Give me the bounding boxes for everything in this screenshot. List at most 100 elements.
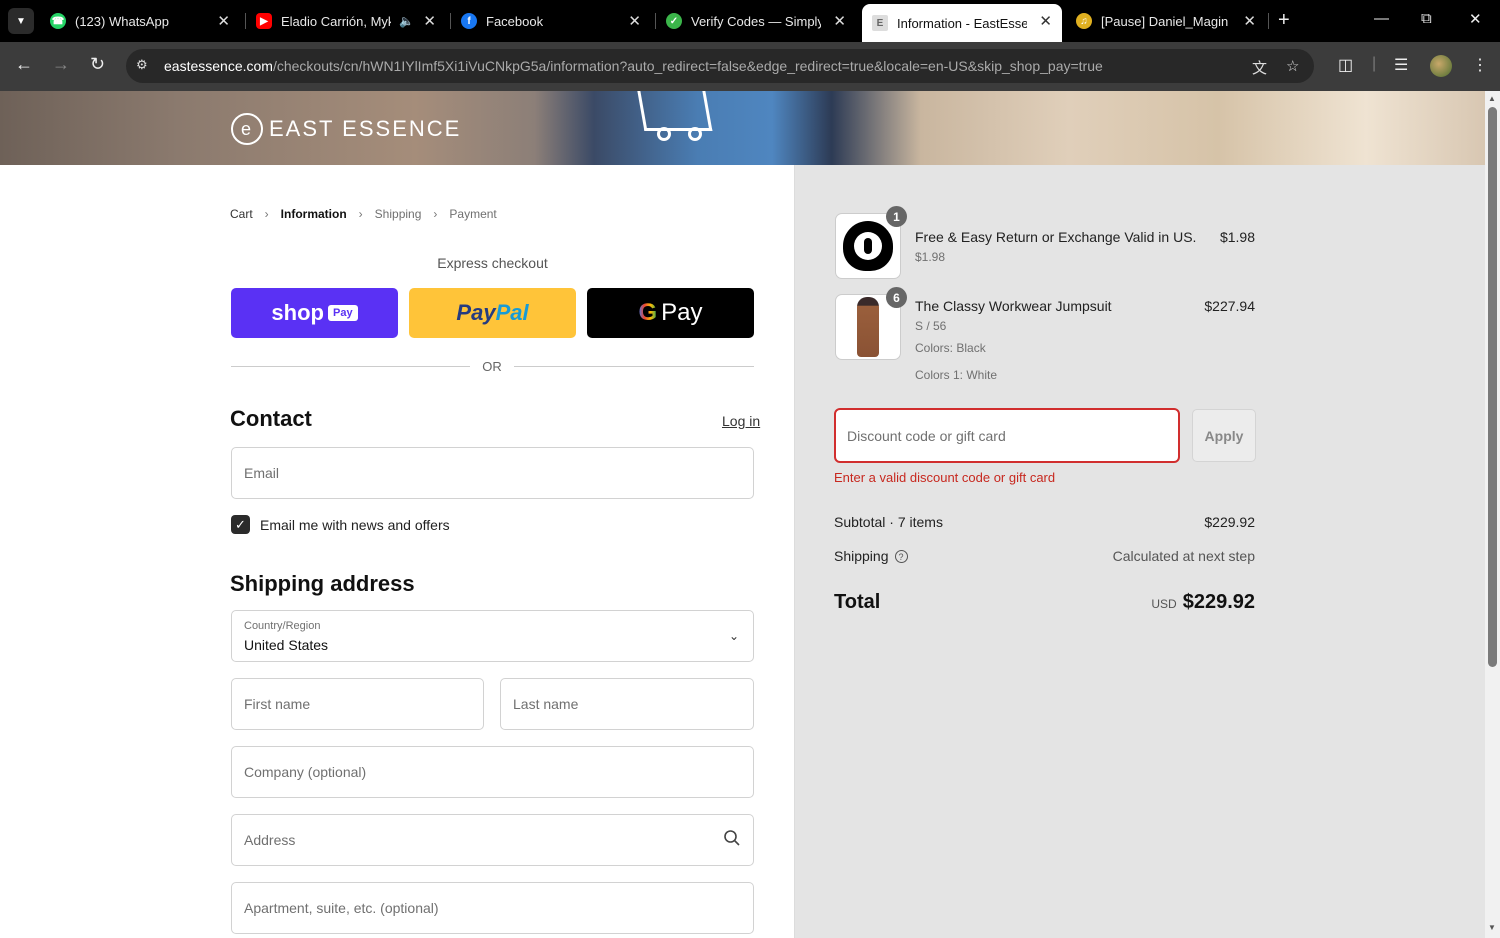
checkmark-icon: ✓ <box>235 516 246 532</box>
or-divider-left <box>231 366 470 367</box>
login-link[interactable]: Log in <box>722 413 760 429</box>
tab-title: Verify Codes — SimplyC <box>691 13 821 29</box>
tab-youtube[interactable]: ▶ Eladio Carrión, Myk 🔈 ✕ <box>256 0 446 42</box>
youtube-icon: ▶ <box>256 13 272 29</box>
media-control-icon[interactable]: ☰ <box>1394 55 1408 75</box>
close-icon[interactable]: ✕ <box>1243 12 1256 30</box>
back-arrow-icon[interactable]: ← <box>15 54 33 75</box>
currency-code: USD <box>1151 597 1177 611</box>
tab-facebook[interactable]: f Facebook ✕ <box>461 0 651 42</box>
tab-whatsapp[interactable]: ☎ (123) WhatsApp ✕ <box>50 0 240 42</box>
reload-icon[interactable]: ↻ <box>90 54 105 75</box>
country-label: Country/Region <box>244 620 321 632</box>
tab-title: Information - EastEssen <box>897 15 1027 31</box>
forward-arrow-icon[interactable]: → <box>52 54 70 75</box>
scroll-down-icon[interactable]: ▼ <box>1488 923 1496 932</box>
item-price: $227.94 <box>1204 298 1255 314</box>
discount-code-field[interactable]: Discount code or gift card <box>834 408 1180 463</box>
eastessence-icon: E <box>872 15 888 31</box>
first-name-field[interactable]: First name <box>231 678 484 730</box>
whatsapp-icon: ☎ <box>50 13 66 29</box>
toolbar-divider: | <box>1372 55 1377 72</box>
subtotal-value: $229.92 <box>1204 514 1255 530</box>
breadcrumb-cart[interactable]: Cart <box>230 207 253 221</box>
tab-music[interactable]: ♫ [Pause] Daniel_Magin ✕ <box>1076 0 1266 42</box>
search-icon[interactable] <box>723 829 741 847</box>
total-value: $229.92 <box>1182 591 1255 613</box>
profile-avatar[interactable] <box>1430 55 1452 77</box>
jumpsuit-image <box>857 297 879 357</box>
breadcrumb-information: Information <box>280 207 347 221</box>
help-circle-icon[interactable]: ? <box>894 550 908 563</box>
email-field[interactable]: Email <box>231 447 754 499</box>
close-icon[interactable]: ✕ <box>833 12 846 30</box>
discount-placeholder: Discount code or gift card <box>847 428 1006 444</box>
simplycodes-icon: ✓ <box>666 13 682 29</box>
paypal-button[interactable]: Pay Pal <box>409 288 576 338</box>
tab-divider <box>1268 13 1269 29</box>
newsletter-label[interactable]: Email me with news and offers <box>260 517 450 533</box>
address-placeholder: Address <box>244 832 296 848</box>
breadcrumb-shipping: Shipping <box>374 207 422 221</box>
newsletter-checkbox[interactable]: ✓ <box>231 515 250 534</box>
more-menu-icon[interactable]: ⋮ <box>1472 55 1488 75</box>
browser-tab-bar: ▼ ☎ (123) WhatsApp ✕ ▶ Eladio Carrión, M… <box>0 0 1500 42</box>
translate-icon[interactable]: 文 <box>1252 57 1267 78</box>
close-icon[interactable]: ✕ <box>628 12 641 30</box>
company-field[interactable]: Company (optional) <box>231 746 754 798</box>
cart-illustration <box>635 91 713 131</box>
item-variant: S / 56 <box>915 319 947 333</box>
tab-divider <box>655 13 656 29</box>
tab-simplycodes[interactable]: ✓ Verify Codes — SimplyC ✕ <box>666 0 856 42</box>
tab-eastessence-active[interactable]: E Information - EastEssen ✕ <box>862 4 1062 42</box>
shipping-row-label: Shipping? <box>834 548 908 564</box>
close-icon[interactable]: ✕ <box>217 12 230 30</box>
shop-pay-button[interactable]: shop Pay <box>231 288 398 338</box>
minimize-icon[interactable]: — <box>1374 10 1389 27</box>
tab-search-button[interactable]: ▼ <box>8 8 34 34</box>
google-pay-button[interactable]: G Pay <box>587 288 754 338</box>
item-color: Colors: Black <box>915 341 986 355</box>
shop-pay-wordmark: shop <box>271 300 324 325</box>
window-close-icon[interactable]: ✕ <box>1469 10 1482 28</box>
chevron-down-icon: ▼ <box>16 15 26 27</box>
scrollbar-thumb[interactable] <box>1488 107 1497 667</box>
new-tab-plus-icon[interactable]: + <box>1278 9 1290 32</box>
restore-icon[interactable]: ⧉ <box>1421 10 1432 27</box>
item-name: Free & Easy Return or Exchange Valid in … <box>915 229 1197 245</box>
chevron-down-icon: ⌄ <box>728 629 739 643</box>
extensions-icon[interactable]: ◫ <box>1338 55 1353 75</box>
page-scrollbar[interactable]: ▲ ▼ <box>1485 91 1500 938</box>
store-name: EAST ESSENCE <box>269 116 462 141</box>
quantity-badge: 6 <box>886 287 907 308</box>
speaker-icon[interactable]: 🔈 <box>399 14 414 28</box>
google-pay-wordmark: Pay <box>661 299 703 326</box>
shipping-address-heading: Shipping address <box>230 571 415 596</box>
quantity-badge: 1 <box>886 206 907 227</box>
close-icon[interactable]: ✕ <box>423 12 436 30</box>
country-select[interactable]: Country/Region United States ⌄ <box>231 610 754 662</box>
cart-wheel <box>688 127 702 141</box>
apply-discount-button[interactable]: Apply <box>1192 409 1256 462</box>
bookmark-star-icon[interactable]: ☆ <box>1286 57 1299 75</box>
store-logo[interactable]: e EAST ESSENCE <box>231 113 461 145</box>
shield-keyhole-icon <box>843 221 893 271</box>
scroll-up-icon[interactable]: ▲ <box>1488 94 1496 103</box>
url-text[interactable]: eastessence.com/checkouts/cn/hWN1IYlImf5… <box>164 58 1103 74</box>
tab-title: (123) WhatsApp <box>75 13 169 29</box>
apartment-placeholder: Apartment, suite, etc. (optional) <box>244 900 439 916</box>
cart-wheel <box>657 127 671 141</box>
url-path: /checkouts/cn/hWN1IYlImf5Xi1iVuCNkpG5a/i… <box>272 58 1103 74</box>
company-placeholder: Company (optional) <box>244 764 367 780</box>
address-bar[interactable]: ⚙ eastessence.com/checkouts/cn/hWN1IYlIm… <box>126 49 1314 83</box>
last-name-field[interactable]: Last name <box>500 678 754 730</box>
apartment-field[interactable]: Apartment, suite, etc. (optional) <box>231 882 754 934</box>
close-icon[interactable]: ✕ <box>1039 12 1052 30</box>
tab-divider <box>450 13 451 29</box>
address-field[interactable]: Address <box>231 814 754 866</box>
site-settings-icon[interactable]: ⚙ <box>136 57 148 73</box>
google-g-icon: G <box>638 299 658 326</box>
item-color-secondary: Colors 1: White <box>915 368 998 382</box>
item-subprice: $1.98 <box>915 250 946 264</box>
subtotal-label: Subtotal · 7 items <box>834 514 943 530</box>
